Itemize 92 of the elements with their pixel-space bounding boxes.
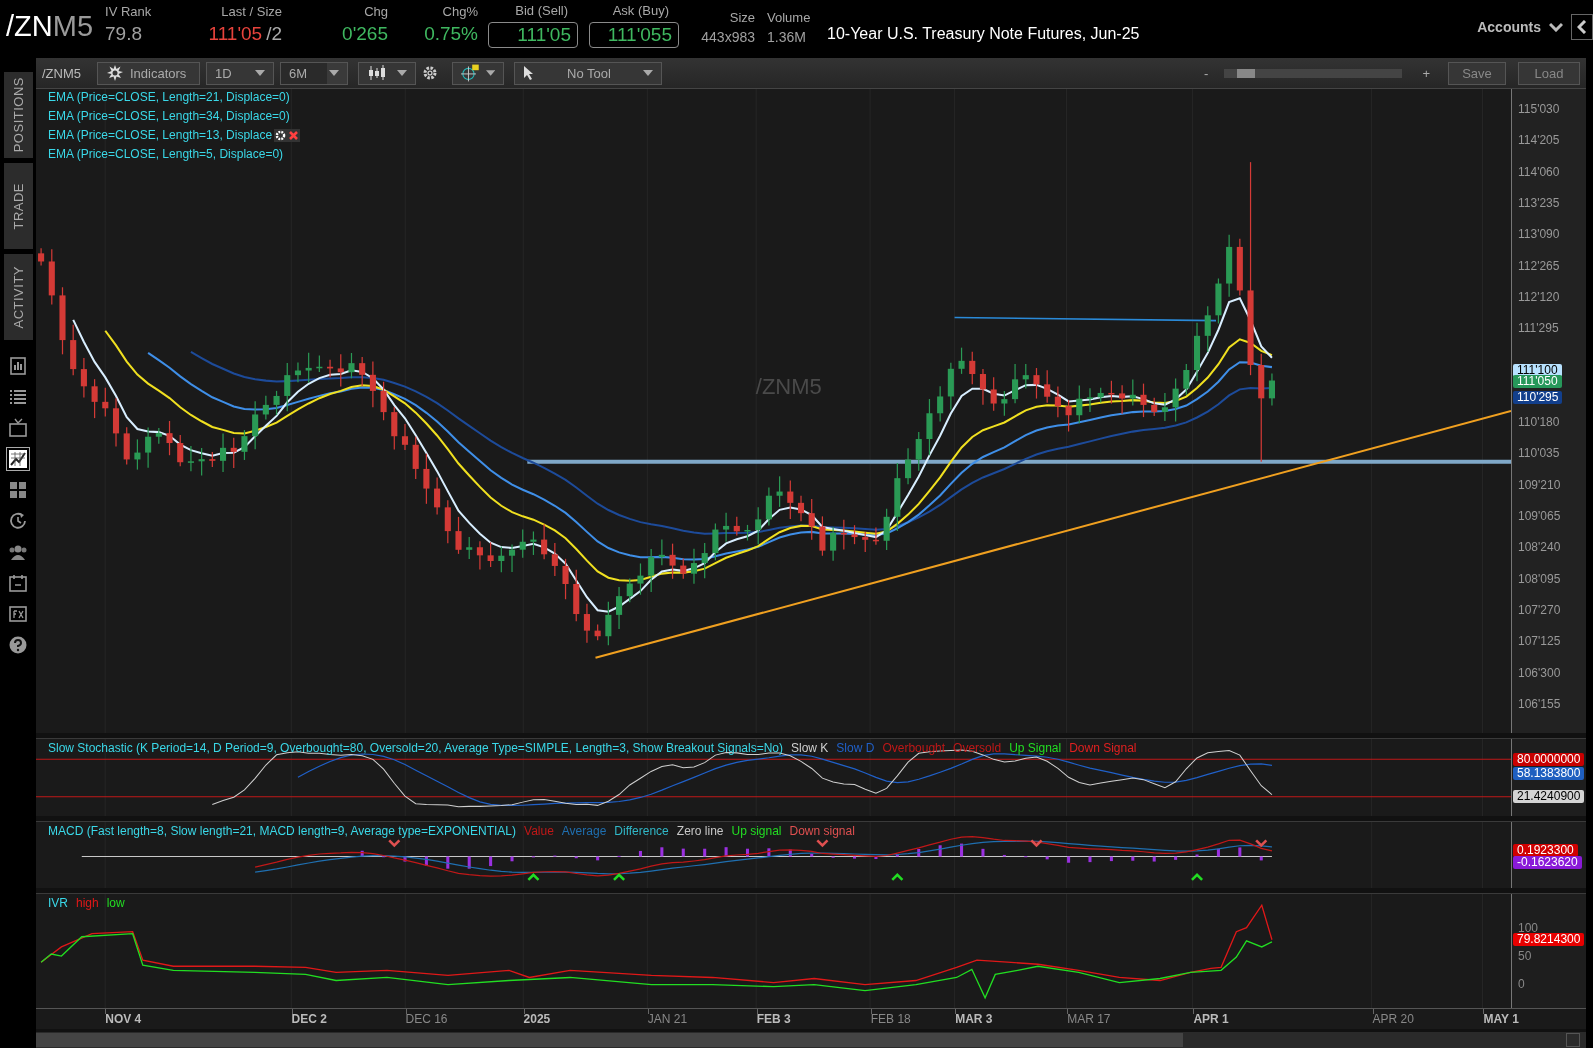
toolbar-symbol: /ZNM5 — [42, 65, 81, 81]
field-label: Last / Size — [221, 4, 282, 19]
axis-label: 110'180 — [1518, 415, 1560, 430]
study-label: EMA (Price=CLOSE, Length=34, Displace=0) — [48, 109, 290, 123]
field-value: 0.75% — [424, 23, 478, 45]
date-label: FEB 3 — [756, 1012, 791, 1026]
price-tag: 111'050 — [1513, 375, 1562, 389]
legend-label: Oversold — [953, 741, 1002, 755]
study-label: EMA (Price=CLOSE, Length=21, Displace=0) — [48, 90, 290, 104]
legend-label: Up signal — [731, 824, 782, 838]
date-label: APR 1 — [1193, 1012, 1229, 1026]
axis-label: 107'125 — [1518, 634, 1561, 649]
legend-label: Slow K — [791, 741, 829, 755]
symbol-title: /ZNM5 — [6, 10, 93, 43]
legend-label: high — [76, 896, 99, 910]
instrument-description: 10-Year U.S. Treasury Note Futures, Jun-25 — [827, 25, 1140, 43]
aggregation-dropdown[interactable]: 1D — [206, 61, 274, 85]
axis-label: 50 — [1518, 948, 1532, 963]
field-value: 1.36M — [767, 29, 806, 45]
axis-label: 107'270 — [1518, 603, 1561, 618]
price-field[interactable]: 111'05 — [488, 22, 578, 48]
axis-label: 114'060 — [1518, 164, 1560, 179]
legend-label: Value — [524, 824, 554, 838]
legend-label: Difference — [614, 824, 669, 838]
axis-label: 106'300 — [1518, 665, 1561, 680]
date-label: MAR 17 — [1067, 1012, 1111, 1026]
save-button[interactable]: Save — [1448, 61, 1506, 85]
legend-label: low — [106, 896, 125, 910]
side-tab[interactable]: TRADE — [3, 163, 33, 249]
axis-label: 111'295 — [1518, 321, 1559, 336]
field-value: 443x983 — [701, 29, 755, 45]
value-tag: 21.4240900 — [1513, 789, 1585, 803]
study-label: EMA (Price=CLOSE, Length=5, Displace=0) — [48, 147, 284, 161]
load-button[interactable]: Load — [1518, 61, 1580, 85]
field-label: Bid (Sell) — [514, 3, 569, 18]
legend-label: Slow D — [836, 741, 875, 755]
field-label: IV Rank — [105, 4, 152, 19]
field-label: Volume — [767, 10, 811, 25]
side-tab[interactable]: ACTIVITY — [3, 254, 33, 340]
value-tag: 80.0000000 — [1513, 753, 1585, 767]
legend-label: Average — [561, 824, 607, 838]
axis-label: 110'035 — [1518, 446, 1560, 461]
field-label: Size — [729, 10, 755, 25]
drawing-tool-dropdown[interactable]: No Tool — [514, 61, 662, 85]
axis-label: 113'235 — [1518, 195, 1560, 210]
axis-label: 106'155 — [1518, 697, 1561, 711]
axis-label: 100 — [1518, 920, 1539, 935]
axis-label: 113'090 — [1518, 227, 1560, 242]
legend-label: Up Signal — [1009, 741, 1062, 755]
legend-label: Down signal — [789, 824, 855, 838]
legend-label: Down Signal — [1069, 741, 1137, 755]
value-tag: 58.1383800 — [1513, 766, 1585, 780]
axis-label: 112'265 — [1518, 258, 1560, 273]
date-label: MAR 3 — [955, 1012, 993, 1026]
date-label: 2025 — [523, 1012, 551, 1026]
price-tag: 110'295 — [1513, 391, 1563, 405]
field-label: Chg — [364, 4, 388, 19]
date-label: JAN 21 — [647, 1012, 688, 1026]
side-tab[interactable]: POSITIONS — [3, 72, 33, 158]
study-label: MACD (Fast length=8, Slow length=21, MACD length=9, Average type=EXPONENTIAL) — [48, 824, 516, 838]
date-label: FEB 18 — [870, 1012, 911, 1026]
price-field[interactable]: 111'055 — [589, 22, 679, 48]
axis-label: 109'210 — [1518, 477, 1561, 492]
period-dropdown[interactable]: 6M — [280, 61, 348, 85]
accounts-menu[interactable]: Accounts — [1477, 19, 1541, 35]
field-label: Ask (Buy) — [611, 3, 670, 18]
axis-label: 114'205 — [1518, 133, 1560, 148]
date-label: MAY 1 — [1483, 1012, 1519, 1026]
date-label: NOV 4 — [105, 1012, 142, 1026]
study-label: EMA (Price=CLOSE, Length=13, Displace — [48, 128, 273, 142]
indicators-button[interactable]: Indicators — [97, 61, 200, 85]
legend-label: Overbought — [882, 741, 946, 755]
study-label: Slow Stochastic (K Period=14, D Period=9, Overbought=80, Oversold=20, Average Type=SIMPLE, Length=3, Show Breakout Signals=No) — [48, 741, 783, 755]
field-value: /2 — [266, 23, 282, 45]
legend-label: Zero line — [676, 824, 724, 838]
date-label: DEC 2 — [291, 1012, 327, 1026]
axis-label: 112'120 — [1518, 289, 1560, 304]
zoom-out-button[interactable]: - — [1204, 65, 1209, 81]
study-label: IVR — [48, 896, 68, 910]
date-label: DEC 16 — [405, 1012, 448, 1026]
axis-label: 108'240 — [1518, 540, 1561, 555]
field-label: Chg% — [442, 4, 478, 19]
field-value: 79.8 — [105, 23, 142, 45]
date-label: APR 20 — [1372, 1012, 1414, 1026]
field-value: 0'265 — [342, 23, 388, 45]
axis-label: 0 — [1518, 976, 1525, 991]
value-tag: 79.8214300 — [1513, 932, 1585, 946]
field-value: 111'05 — [208, 23, 263, 45]
axis-label: 115'030 — [1518, 102, 1560, 116]
axis-label: 108'095 — [1518, 571, 1561, 586]
axis-label: 109'065 — [1518, 509, 1561, 524]
zoom-in-button[interactable]: + — [1422, 65, 1430, 81]
